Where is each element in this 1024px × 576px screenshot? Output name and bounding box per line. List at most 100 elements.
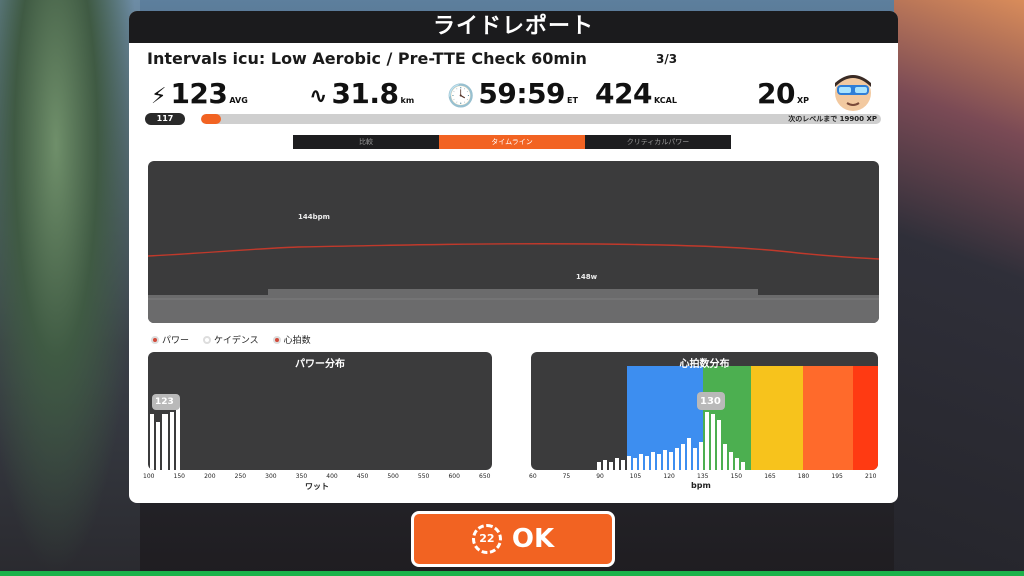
hr-hist-axis-title: bpm (691, 481, 711, 490)
hr-hist-marker: 130 (700, 396, 721, 407)
power-hist-bar (170, 412, 174, 470)
tab-timeline[interactable]: タイムライン (439, 135, 585, 149)
hr-average-label: 144bpm (298, 213, 330, 221)
stat-calories-unit: KCAL (653, 96, 677, 105)
ok-button[interactable]: 22 OK (411, 511, 615, 567)
legend-power-label: パワー (162, 336, 190, 346)
power-hist-bar (162, 414, 168, 470)
axis-tick-label: 165 (764, 473, 776, 480)
hr-hist-bar (609, 462, 613, 470)
stat-distance-unit: km (400, 96, 415, 105)
hr-line (148, 243, 879, 260)
stat-time-unit: ET (567, 96, 578, 105)
hr-hist-bar (723, 444, 727, 470)
axis-tick-label: 500 (387, 473, 399, 480)
hr-hist-bar (741, 462, 745, 470)
hr-hist-bar (681, 444, 685, 470)
level-badge: 117 (145, 113, 185, 125)
axis-tick-label: 250 (234, 473, 247, 480)
axis-tick-label: 210 (865, 473, 877, 480)
bottom-status-bar (0, 571, 1024, 576)
power-hist-title: パワー分布 (295, 359, 345, 370)
timeline-plot (148, 243, 879, 323)
hr-legend-dot (272, 335, 281, 344)
tab-compare[interactable]: 比較 (293, 135, 439, 149)
legend-hr-label: 心拍数 (283, 336, 311, 346)
axis-tick-label: 60 (529, 473, 537, 480)
hr-hist-bar (639, 454, 643, 470)
legend-cadence[interactable]: ケイデンス (203, 333, 259, 346)
timeline-legend: パワー ケイデンス 心拍数 (151, 333, 311, 346)
lightning-icon: ⚡ (151, 84, 167, 109)
hr-hist-bar (693, 448, 697, 470)
legend-cadence-label: ケイデンス (214, 336, 259, 346)
avatar-icon (835, 75, 871, 111)
hr-hist-bar (699, 442, 703, 470)
axis-tick-label: 105 (629, 473, 642, 480)
axis-tick-label: 400 (326, 473, 338, 480)
countdown-timer: 22 (471, 524, 502, 554)
axis-tick-label: 100 (143, 473, 155, 480)
hr-hist-bar (603, 460, 607, 470)
report-tabs: 比較 タイムライン クリティカルパワー (293, 135, 731, 149)
power-hist-axis-title: ワット (305, 482, 329, 491)
clock-icon: 🕓 (447, 84, 475, 109)
background-scenery-right (894, 0, 1024, 576)
axis-tick-label: 120 (663, 473, 675, 480)
power-hist-marker: 123 (155, 397, 174, 407)
stat-xp: 20 XP (757, 77, 809, 110)
axis-tick-label: 150 (730, 473, 743, 480)
power-legend-dot (151, 335, 159, 344)
hr-hist-bar (615, 458, 619, 470)
hr-hist-bar (675, 448, 679, 470)
axis-tick-label: 195 (831, 473, 843, 480)
xp-progress-row: 117 次のレベルまで 19900 XP (145, 113, 881, 125)
panel-title: ライドレポート (129, 11, 898, 43)
hr-zone-orange (803, 366, 853, 470)
workout-progress: 3/3 (656, 52, 678, 66)
background-scenery-left (0, 0, 140, 576)
ride-report-panel: ライドレポート Intervals icu: Low Aerobic / Pre… (129, 11, 898, 503)
cadence-legend-dot (203, 335, 212, 344)
stat-calories: 424 KCAL (595, 77, 677, 110)
axis-tick-label: 650 (479, 473, 491, 480)
hr-hist-bar (711, 414, 715, 470)
hr-zone-red (853, 366, 878, 470)
hr-distribution-chart: 心拍数分布 130 (531, 352, 878, 470)
axis-tick-label: 180 (797, 473, 810, 480)
workout-name: Intervals icu: Low Aerobic / Pre-TTE Che… (147, 49, 587, 68)
hr-hist-bar (633, 458, 637, 470)
tab-critical-power[interactable]: クリティカルパワー (585, 135, 731, 149)
axis-tick-label: 550 (417, 473, 430, 480)
axis-tick-label: 350 (295, 473, 308, 480)
xp-bar-fill (201, 114, 222, 124)
axis-tick-label: 150 (173, 473, 185, 480)
stat-calories-value: 424 (595, 77, 652, 110)
ok-button-label: OK (511, 524, 555, 554)
axis-tick-label: 90 (596, 473, 604, 480)
distance-icon: ∿ (309, 84, 328, 109)
power-area (148, 289, 879, 323)
power-distribution-chart: パワー分布 123 (148, 352, 492, 470)
axis-tick-label: 200 (204, 473, 216, 480)
stat-power-value: 123 (170, 77, 228, 110)
stat-distance-value: 31.8 (331, 77, 399, 110)
legend-hr[interactable]: 心拍数 (272, 333, 311, 346)
hr-hist-bar (735, 458, 739, 470)
legend-power[interactable]: パワー (151, 333, 189, 346)
stat-distance: ∿ 31.8 km (309, 77, 414, 110)
hr-hist-bar (597, 462, 601, 470)
axis-tick-label: 600 (448, 473, 460, 480)
hr-hist-title: 心拍数分布 (679, 359, 730, 370)
timeline-chart: 144bpm 148w (148, 161, 879, 323)
axis-tick-label: 135 (697, 473, 709, 480)
stat-time-value: 59:59 (478, 77, 566, 110)
stat-time: 🕓 59:59 ET (447, 77, 578, 110)
hr-hist-bar (669, 452, 673, 470)
hr-hist-bar (651, 452, 655, 470)
hr-hist-bar (705, 412, 709, 470)
xp-remaining-text: 次のレベルまで 19900 XP (788, 115, 877, 123)
axis-tick-label: 450 (356, 473, 369, 480)
stat-power: ⚡ 123 AVG (151, 77, 248, 110)
hr-hist-bar (729, 452, 733, 470)
